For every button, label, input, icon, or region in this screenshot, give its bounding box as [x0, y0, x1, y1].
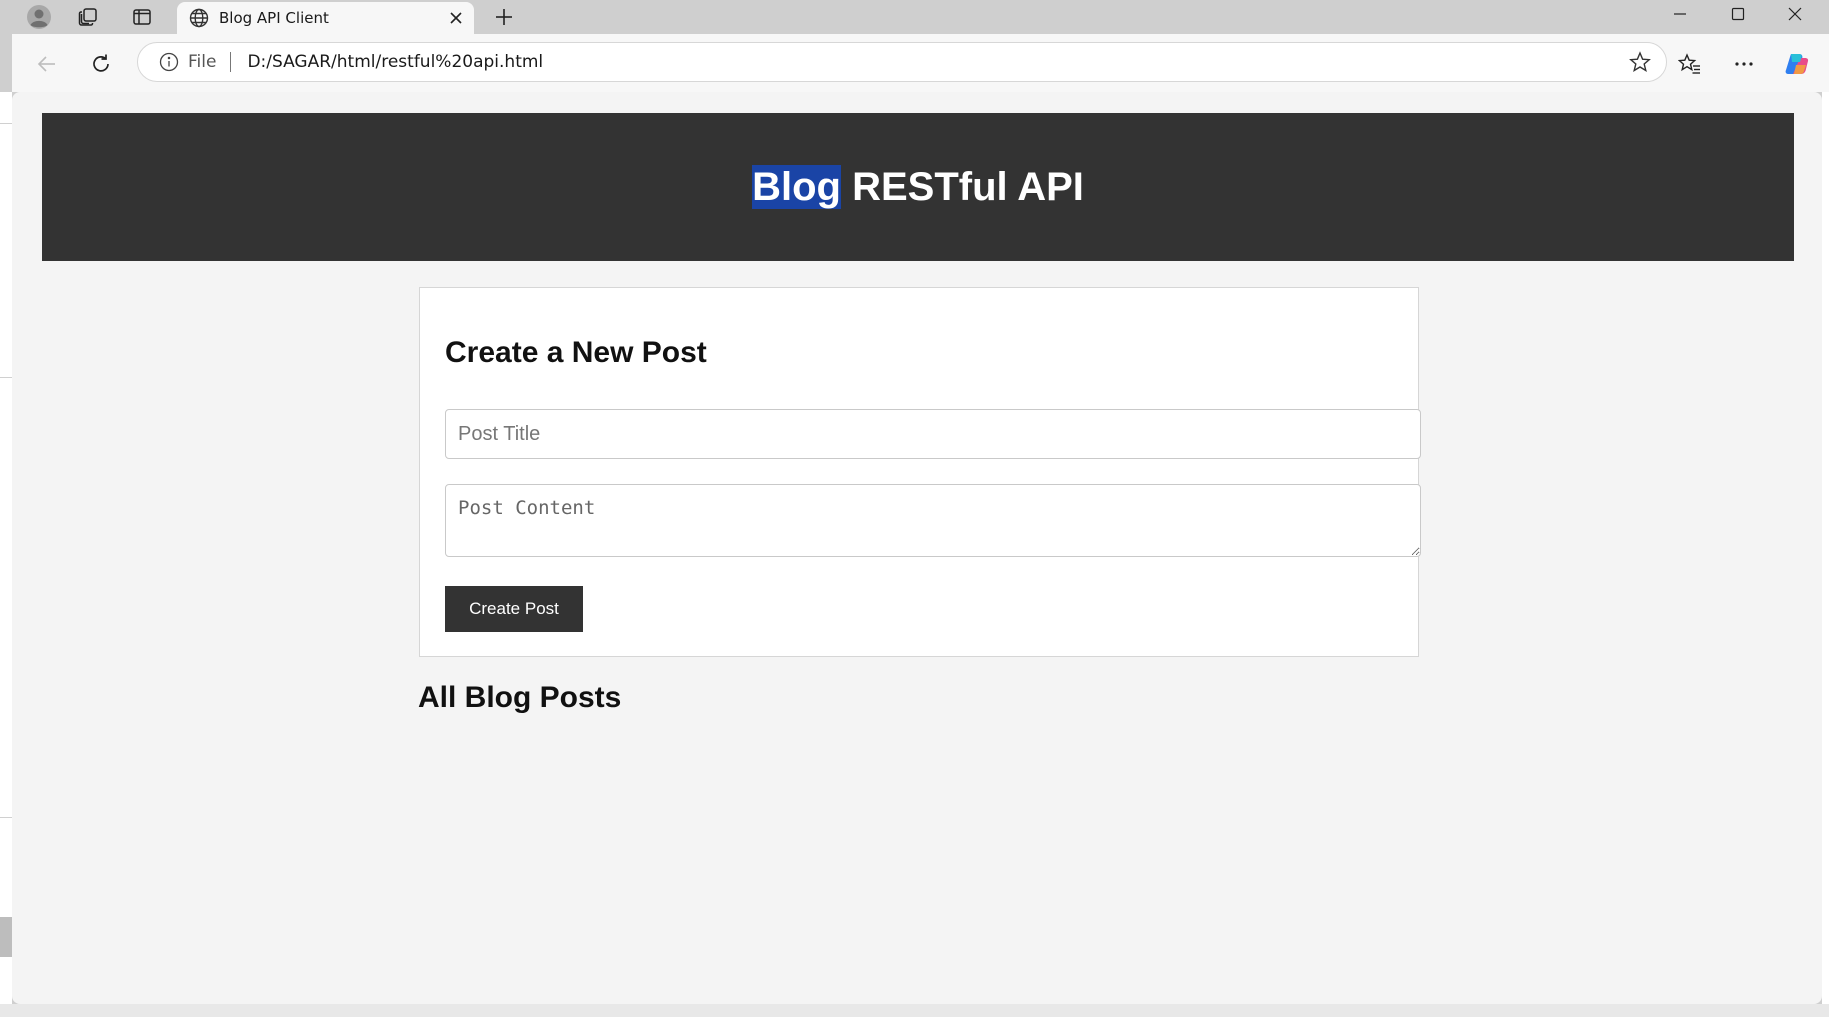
back-arrow-icon: [37, 56, 55, 72]
address-separator: [230, 52, 232, 72]
address-bar[interactable]: File D:/SAGAR/html/restful%20api.html: [137, 42, 1667, 82]
minimize-icon: [1674, 13, 1686, 15]
more-icon: [1735, 62, 1753, 66]
right-window-edge: [1822, 92, 1829, 1004]
selected-text: Blog: [752, 164, 841, 209]
create-post-form: Create a New Post Create Post: [419, 287, 1421, 657]
refresh-icon: [93, 54, 109, 72]
favorites-icon: [1678, 53, 1700, 74]
tab-strip: Blog API Client: [0, 0, 1829, 34]
active-tab[interactable]: Blog API Client: [177, 2, 474, 34]
new-tab-button[interactable]: [489, 3, 519, 31]
browser-toolbar: File D:/SAGAR/html/restful%20api.html: [12, 34, 1829, 92]
close-tab-button[interactable]: [444, 6, 468, 30]
page-viewport: Blog RESTful API Create a New Post Creat…: [12, 92, 1822, 1004]
plus-icon: [496, 9, 512, 25]
close-window-button[interactable]: [1767, 0, 1823, 28]
copilot-button[interactable]: [1778, 46, 1814, 82]
workspaces-icon: [78, 8, 97, 26]
all-posts-heading: All Blog Posts: [418, 681, 622, 714]
vertical-tabs-button[interactable]: [125, 3, 159, 31]
copilot-icon: [1785, 54, 1809, 74]
favorites-button[interactable]: [1672, 46, 1708, 82]
profile-icon: [27, 5, 51, 29]
page-header: Blog RESTful API: [42, 113, 1794, 261]
left-window-edge: [0, 92, 12, 1004]
info-icon[interactable]: [158, 51, 180, 73]
create-post-button[interactable]: Create Post: [445, 586, 583, 632]
vertical-tabs-icon: [133, 9, 151, 25]
taskbar-edge: [0, 1004, 1829, 1017]
star-icon: [1629, 51, 1651, 72]
more-menu-button[interactable]: [1726, 46, 1762, 82]
maximize-button[interactable]: [1710, 0, 1766, 28]
post-content-textarea[interactable]: [445, 484, 1421, 557]
back-button[interactable]: [29, 46, 65, 82]
close-icon: [1788, 7, 1802, 21]
post-title-input[interactable]: [445, 409, 1421, 459]
address-url[interactable]: D:/SAGAR/html/restful%20api.html: [247, 52, 1622, 72]
workspaces-button[interactable]: [71, 3, 105, 31]
globe-icon: [187, 6, 211, 30]
profile-button[interactable]: [22, 3, 56, 31]
minimize-button[interactable]: [1652, 0, 1708, 28]
refresh-button[interactable]: [83, 46, 119, 82]
form-heading: Create a New Post: [445, 336, 707, 369]
favorite-button[interactable]: [1622, 44, 1658, 80]
address-scheme-label: File: [188, 52, 217, 72]
close-icon: [450, 12, 462, 24]
maximize-icon: [1731, 7, 1745, 21]
page-title: Blog RESTful API: [752, 164, 1084, 210]
browser-window: Blog API Client File D:/SAGAR/html/restf…: [0, 0, 1829, 1017]
tab-title: Blog API Client: [219, 9, 329, 27]
page-title-rest: RESTful API: [840, 164, 1084, 209]
